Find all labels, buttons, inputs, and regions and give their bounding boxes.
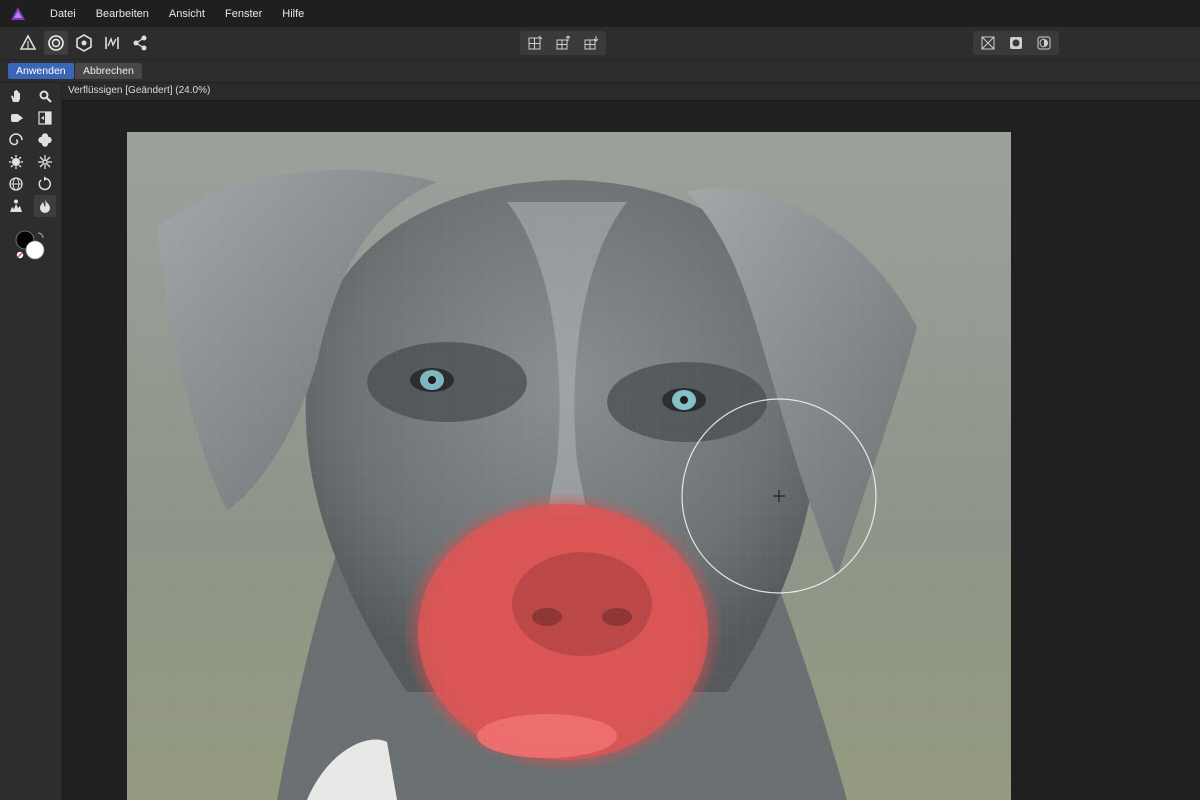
liquify-persona-icon[interactable] — [44, 31, 68, 55]
tone-mapping-persona-icon[interactable] — [100, 31, 124, 55]
mask-icon[interactable] — [1003, 31, 1029, 55]
apply-button[interactable]: Anwenden — [8, 63, 74, 79]
pinch-icon[interactable] — [34, 129, 56, 151]
push-left-icon[interactable] — [34, 107, 56, 129]
menu-ansicht[interactable]: Ansicht — [159, 8, 215, 20]
mesh-grid-icon[interactable] — [522, 31, 548, 55]
canvas-image[interactable] — [127, 132, 1011, 800]
menu-bar: Datei Bearbeiten Ansicht Fenster Hilfe — [0, 0, 1200, 27]
push-forward-icon[interactable] — [5, 107, 27, 129]
show-mesh-icon[interactable] — [975, 31, 1001, 55]
document-tab[interactable]: Verflüssigen [Geändert] (24.0%) — [62, 83, 1200, 101]
mesh-import-icon[interactable] — [578, 31, 604, 55]
pixel-persona-icon[interactable] — [16, 31, 40, 55]
menu-bearbeiten[interactable]: Bearbeiten — [86, 8, 159, 20]
mesh-clone-icon[interactable] — [5, 173, 27, 195]
view-tools-group — [973, 31, 1059, 55]
affinity-logo-icon[interactable] — [10, 6, 26, 22]
tools-panel — [0, 83, 62, 800]
document-title: Verflüssigen [Geändert] (24.0%) — [68, 85, 211, 96]
apply-bar: Anwenden Abbrechen — [0, 60, 1200, 83]
color-swatches[interactable] — [14, 229, 48, 263]
dog-photo — [127, 132, 1011, 800]
export-persona-icon[interactable] — [128, 31, 152, 55]
punch-icon[interactable] — [5, 151, 27, 173]
turbulence-icon[interactable] — [34, 151, 56, 173]
zoom-icon[interactable] — [34, 85, 56, 107]
freeze-icon[interactable] — [5, 195, 27, 217]
contrast-icon[interactable] — [1031, 31, 1057, 55]
twirl-icon[interactable] — [5, 129, 27, 151]
develop-persona-icon[interactable] — [72, 31, 96, 55]
cancel-button[interactable]: Abbrechen — [75, 63, 142, 79]
menu-hilfe[interactable]: Hilfe — [272, 8, 314, 20]
mesh-export-icon[interactable] — [550, 31, 576, 55]
persona-toolbar — [0, 27, 1200, 60]
thaw-icon[interactable] — [34, 195, 56, 217]
mesh-tools-group — [520, 31, 606, 55]
menu-fenster[interactable]: Fenster — [215, 8, 272, 20]
hand-icon[interactable] — [5, 85, 27, 107]
document-area: Verflüssigen [Geändert] (24.0%) — [62, 83, 1200, 800]
menu-datei[interactable]: Datei — [40, 8, 86, 20]
reconstruct-icon[interactable] — [34, 173, 56, 195]
